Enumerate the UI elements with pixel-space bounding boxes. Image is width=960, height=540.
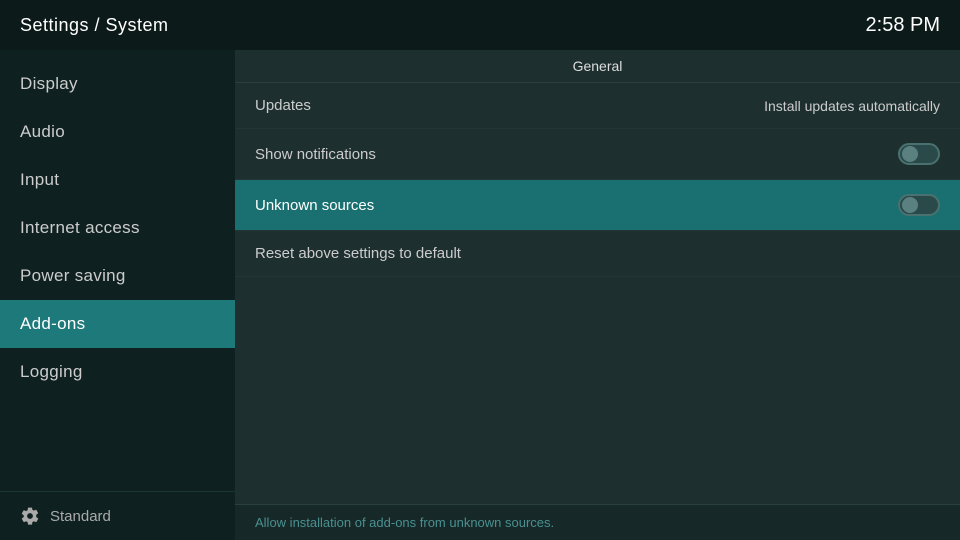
sidebar-item-display[interactable]: Display	[0, 60, 235, 108]
status-bar: Allow installation of add-ons from unkno…	[235, 504, 960, 540]
show-notifications-toggle[interactable]	[898, 143, 940, 165]
sidebar: Display Audio Input Internet access Powe…	[0, 50, 235, 540]
settings-list: Updates Install updates automatically Sh…	[235, 83, 960, 504]
unknown-sources-label: Unknown sources	[255, 197, 374, 214]
updates-value: Install updates automatically	[764, 98, 940, 114]
sidebar-item-add-ons[interactable]: Add-ons	[0, 300, 235, 348]
sidebar-item-logging[interactable]: Logging	[0, 348, 235, 396]
section-header: General	[235, 50, 960, 83]
setting-reset[interactable]: Reset above settings to default	[235, 231, 960, 277]
setting-unknown-sources[interactable]: Unknown sources	[235, 180, 960, 231]
page-title: Settings / System	[20, 15, 169, 36]
clock: 2:58 PM	[866, 14, 940, 37]
gear-icon	[20, 506, 40, 526]
sidebar-item-power-saving[interactable]: Power saving	[0, 252, 235, 300]
unknown-sources-toggle[interactable]	[898, 194, 940, 216]
standard-label: Standard	[50, 508, 111, 525]
header: Settings / System 2:58 PM	[0, 0, 960, 50]
main-layout: Display Audio Input Internet access Powe…	[0, 50, 960, 540]
sidebar-footer[interactable]: Standard	[0, 491, 235, 540]
updates-label: Updates	[255, 97, 311, 114]
show-notifications-label: Show notifications	[255, 146, 376, 163]
setting-show-notifications[interactable]: Show notifications	[235, 129, 960, 180]
sidebar-item-audio[interactable]: Audio	[0, 108, 235, 156]
content-area: General Updates Install updates automati…	[235, 50, 960, 540]
sidebar-item-internet-access[interactable]: Internet access	[0, 204, 235, 252]
sidebar-item-input[interactable]: Input	[0, 156, 235, 204]
status-text: Allow installation of add-ons from unkno…	[255, 515, 554, 530]
reset-label: Reset above settings to default	[255, 245, 461, 262]
setting-updates[interactable]: Updates Install updates automatically	[235, 83, 960, 129]
